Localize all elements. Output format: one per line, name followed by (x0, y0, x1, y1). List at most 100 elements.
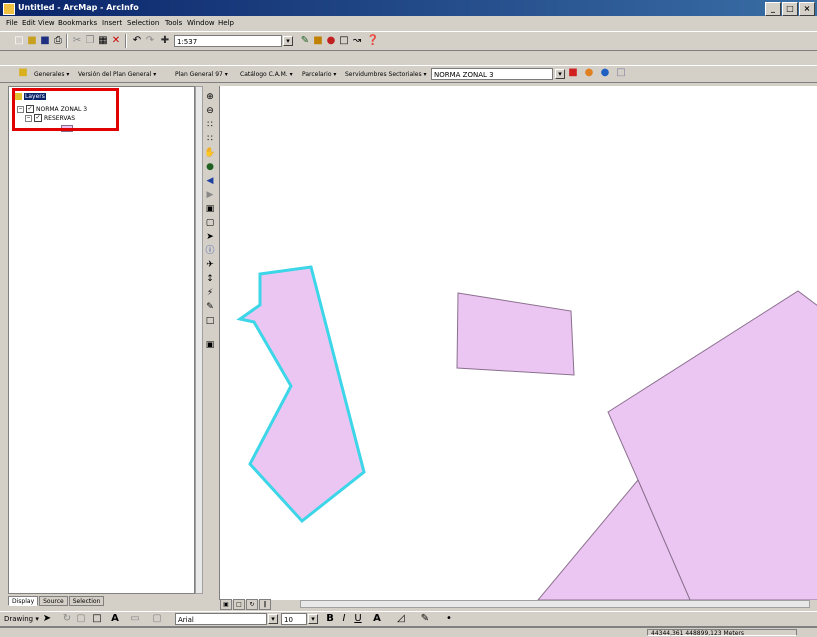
zoom-in-icon[interactable]: ⊕ (203, 90, 217, 104)
map-view[interactable] (219, 86, 817, 600)
italic-button[interactable]: I (337, 612, 351, 626)
select-features-icon[interactable]: ▣ (203, 202, 217, 216)
chevron-down-icon[interactable]: ▾ (268, 614, 278, 624)
html-popup-icon[interactable]: ✎ (203, 300, 217, 314)
model-builder-icon[interactable]: ↝ (350, 34, 364, 48)
copy-icon[interactable]: ❐ (83, 34, 97, 48)
chevron-down-icon[interactable]: ▾ (283, 36, 293, 46)
bold-button[interactable]: B (323, 612, 337, 626)
cut-icon[interactable]: ✂ (70, 34, 84, 48)
redo-icon[interactable]: ↷ (143, 34, 157, 48)
measure-icon[interactable]: ↕ (203, 272, 217, 286)
map-horizontal-scrollbar[interactable] (300, 600, 810, 608)
select-elements-icon[interactable]: ➤ (203, 230, 217, 244)
rectangle-icon[interactable]: □ (90, 612, 104, 626)
font-color-icon[interactable]: A (370, 612, 384, 626)
chevron-down-icon[interactable]: ▾ (555, 69, 565, 79)
menu-version-plan[interactable]: Versión del Plan General ▾ (78, 71, 156, 78)
toc-scrollbar[interactable] (195, 86, 203, 594)
select-elements-icon[interactable]: ➤ (40, 612, 54, 626)
folder-icon[interactable]: ■ (16, 66, 30, 80)
marker-color-icon[interactable]: • (442, 612, 456, 626)
menu-servidumbres[interactable]: Servidumbres Sectoriales ▾ (345, 71, 427, 78)
whats-this-icon[interactable]: ❓ (366, 34, 380, 48)
callout-icon[interactable]: ▢ (150, 612, 164, 626)
menu-tools[interactable]: Tools (165, 19, 182, 27)
menu-view[interactable]: View (38, 19, 55, 27)
add-data-icon[interactable]: ✚ (158, 34, 172, 48)
new-document-icon[interactable]: □ (12, 34, 26, 48)
delete-icon[interactable]: ✕ (109, 34, 123, 48)
arctoolbox-icon[interactable]: ■ (311, 34, 325, 48)
clear-selection-icon[interactable]: ▢ (203, 216, 217, 230)
chevron-down-icon[interactable]: ▾ (308, 614, 318, 624)
menu-parcelario[interactable]: Parcelario ▾ (302, 71, 336, 78)
fill-color-icon[interactable]: ◿ (394, 612, 408, 626)
menu-edit[interactable]: Edit (22, 19, 36, 27)
font-size-select[interactable]: 10 (281, 613, 307, 625)
red-tool-icon[interactable]: ■ (566, 66, 580, 80)
find-icon[interactable]: ✈ (203, 258, 217, 272)
zoom-out-icon[interactable]: ⊖ (203, 104, 217, 118)
back-extent-icon[interactable]: ◀ (203, 174, 217, 188)
drawing-menu[interactable]: Drawing ▾ (4, 615, 39, 623)
undo-icon[interactable]: ↶ (130, 34, 144, 48)
menu-catalogo[interactable]: Catálogo C.A.M. ▾ (240, 71, 293, 78)
time-slider-icon[interactable]: □ (203, 314, 217, 328)
layout-view-icon[interactable]: □ (233, 599, 245, 610)
line-color-icon[interactable]: ✎ (418, 612, 432, 626)
paste-icon[interactable]: ▦ (96, 34, 110, 48)
print-icon[interactable]: ⎙ (51, 34, 65, 48)
fixed-zoom-out-icon[interactable]: ∷ (203, 132, 217, 146)
orange-tool-icon[interactable]: ● (582, 66, 596, 80)
toc-tabs: Display Source Selection (8, 596, 105, 606)
map-canvas (236, 265, 817, 600)
parcel-polygon[interactable] (456, 292, 575, 376)
pause-icon[interactable]: ‖ (259, 599, 271, 610)
table-of-contents: Layers − ✓ NORMA ZONAL 3 − ✓ RESERVAS (8, 86, 195, 594)
data-view-icon[interactable]: ▣ (220, 599, 232, 610)
tab-source[interactable]: Source (39, 596, 68, 606)
open-folder-icon[interactable]: ■ (25, 34, 39, 48)
view-switch-buttons: ▣ □ ↻ ‖ (220, 599, 271, 610)
menu-plan-general[interactable]: Plan General 97 ▾ (175, 71, 228, 78)
maximize-button[interactable]: □ (782, 2, 798, 16)
tab-selection[interactable]: Selection (68, 596, 105, 606)
layout-view-icon[interactable]: ▣ (203, 338, 217, 352)
arccatalog-icon[interactable]: ● (324, 34, 338, 48)
close-button[interactable]: × (799, 2, 815, 16)
menu-generales[interactable]: Generales ▾ (34, 71, 69, 78)
fixed-zoom-in-icon[interactable]: ∷ (203, 118, 217, 132)
drawing-toolbar: Drawing ▾ ➤ ↻ ▢ □ A ▭ ▢ Arial ▾ 10 ▾ B I… (0, 611, 817, 627)
menu-selection[interactable]: Selection (127, 19, 159, 27)
new-text-icon[interactable]: A (108, 612, 122, 626)
hyperlink-icon[interactable]: ⚡ (203, 286, 217, 300)
minimize-button[interactable]: _ (765, 2, 781, 16)
splined-text-icon[interactable]: ▭ (128, 612, 142, 626)
identify-icon[interactable]: ⓘ (203, 244, 217, 258)
status-bar: 44344,361 448899,123 Meters (0, 627, 817, 637)
full-extent-icon[interactable]: ● (203, 160, 217, 174)
tab-display[interactable]: Display (8, 596, 39, 606)
menu-insert[interactable]: Insert (102, 19, 122, 27)
command-line-icon[interactable]: □ (337, 34, 351, 48)
save-icon[interactable]: ■ (38, 34, 52, 48)
selected-parcel-polygon[interactable] (236, 265, 366, 524)
refresh-icon[interactable]: ↻ (246, 599, 258, 610)
forward-extent-icon[interactable]: ▶ (203, 188, 217, 202)
underline-button[interactable]: U (351, 612, 365, 626)
pan-icon[interactable]: ✋ (203, 146, 217, 160)
blue-tool-icon[interactable]: ● (598, 66, 612, 80)
menu-bookmarks[interactable]: Bookmarks (58, 19, 97, 27)
map-scale-input[interactable]: 1:537 (174, 35, 282, 47)
help-tool-icon[interactable]: □ (614, 66, 628, 80)
window-title: Untitled - ArcMap - ArcInfo (18, 3, 139, 12)
menu-window[interactable]: Window (187, 19, 215, 27)
zoom-whole-page-icon[interactable]: ▢ (74, 612, 88, 626)
menu-help[interactable]: Help (218, 19, 234, 27)
layer-select[interactable]: NORMA ZONAL 3 (431, 68, 553, 80)
menu-file[interactable]: File (6, 19, 18, 27)
font-select[interactable]: Arial (175, 613, 267, 625)
editor-toolbar-icon[interactable]: ✎ (298, 34, 312, 48)
rotate-icon[interactable]: ↻ (60, 612, 74, 626)
